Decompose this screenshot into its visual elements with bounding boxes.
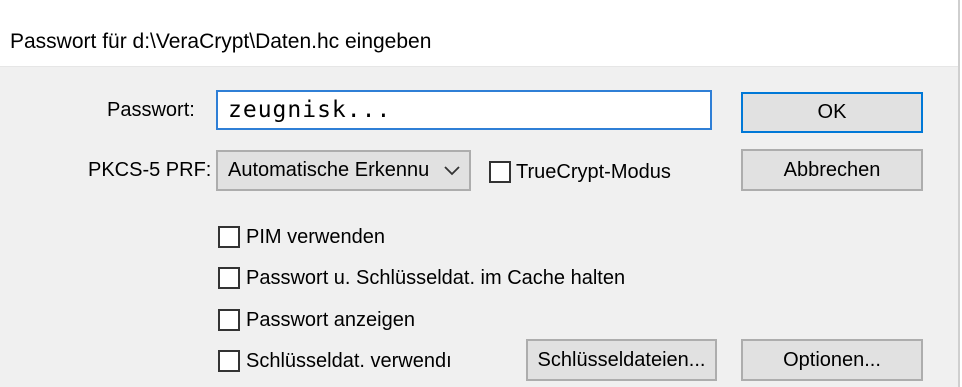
show-password-label[interactable]: Passwort anzeigen [246, 308, 415, 332]
password-input[interactable]: zeugnisk... [216, 90, 712, 130]
cancel-button[interactable]: Abbrechen [741, 149, 923, 191]
password-dialog: Passwort für d:\VeraCrypt\Daten.hc einge… [0, 0, 960, 387]
ok-button[interactable]: OK [741, 92, 923, 133]
password-label: Passwort: [107, 99, 195, 121]
prf-label: PKCS-5 PRF: [88, 159, 212, 181]
title-bar: Passwort für d:\VeraCrypt\Daten.hc einge… [0, 0, 958, 67]
use-keyfiles-checkbox[interactable] [218, 350, 240, 372]
use-pim-checkbox[interactable] [218, 226, 240, 248]
truecrypt-mode-checkbox[interactable] [489, 161, 511, 183]
options-button[interactable]: Optionen... [741, 339, 923, 381]
cache-checkbox[interactable] [218, 267, 240, 289]
truecrypt-mode-label[interactable]: TrueCrypt-Modus [516, 160, 671, 184]
dialog-title: Passwort für d:\VeraCrypt\Daten.hc einge… [10, 30, 432, 53]
prf-select[interactable]: Automatische Erkennu [216, 150, 471, 191]
show-password-checkbox[interactable] [218, 309, 240, 331]
chevron-down-icon [435, 152, 469, 189]
cache-label[interactable]: Passwort u. Schlüsseldat. im Cache halte… [246, 266, 625, 290]
use-keyfiles-label[interactable]: Schlüsseldat. verwendı [246, 349, 472, 373]
keyfiles-button[interactable]: Schlüsseldateien... [526, 339, 717, 381]
prf-selected-value: Automatische Erkennu [228, 159, 430, 181]
use-pim-label[interactable]: PIM verwenden [246, 225, 385, 249]
